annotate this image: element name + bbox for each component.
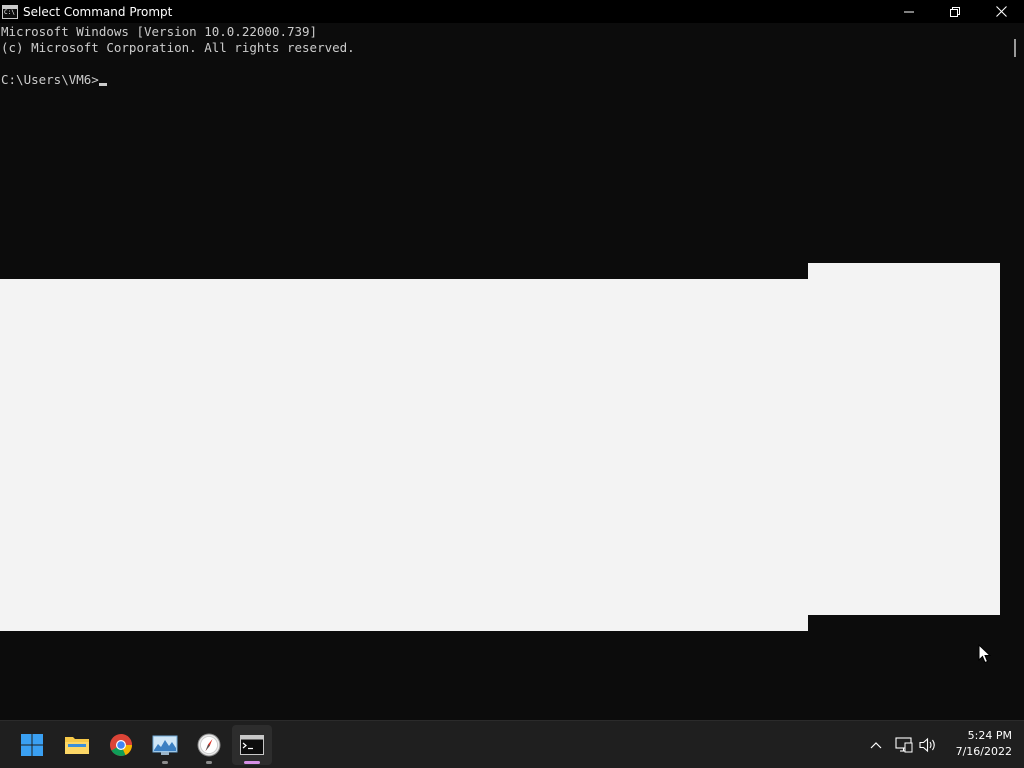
window-title: Select Command Prompt xyxy=(23,4,173,19)
close-icon xyxy=(995,6,1007,17)
monitor-chart-icon xyxy=(152,735,178,755)
desktop-screen: C:\ Select Command Prompt Microsoft Wind… xyxy=(0,0,1024,768)
taskbar-app-resource-monitor[interactable] xyxy=(145,725,185,765)
start-button[interactable] xyxy=(12,725,52,765)
windows-start-icon xyxy=(21,734,43,756)
selection-overlay-right xyxy=(808,263,1000,615)
console-prompt-line[interactable]: C:\Users\VM6> xyxy=(1,72,355,88)
network-button[interactable] xyxy=(894,733,914,757)
console-line-version: Microsoft Windows [Version 10.0.22000.73… xyxy=(1,24,318,39)
window-controls xyxy=(886,0,1024,23)
show-hidden-icons-button[interactable] xyxy=(866,733,886,757)
console-prompt: C:\Users\VM6> xyxy=(1,72,99,87)
scrollbar-thumb[interactable] xyxy=(1014,39,1016,57)
maximize-button[interactable] xyxy=(932,0,978,23)
folder-icon xyxy=(65,737,89,754)
volume-icon xyxy=(919,737,935,753)
selection-overlay-corner xyxy=(776,615,808,631)
active-indicator xyxy=(244,761,260,764)
minimize-button[interactable] xyxy=(886,0,932,23)
restore-icon xyxy=(950,6,960,17)
terminal-icon xyxy=(240,735,264,755)
taskbar-clock[interactable]: 5:24 PM 7/16/2022 xyxy=(940,728,1012,760)
chevron-up-icon xyxy=(870,742,882,749)
clock-time: 5:24 PM xyxy=(967,729,1012,742)
compass-icon xyxy=(197,733,221,757)
network-icon xyxy=(895,737,913,753)
window-titlebar[interactable]: C:\ Select Command Prompt xyxy=(0,0,1024,23)
console-output[interactable]: Microsoft Windows [Version 10.0.22000.73… xyxy=(1,24,355,88)
mouse-pointer-icon xyxy=(978,644,992,664)
taskbar-app-compass[interactable] xyxy=(189,725,229,765)
console-scrollbar[interactable] xyxy=(1005,23,1024,718)
taskbar: 5:24 PM 7/16/2022 xyxy=(0,720,1024,768)
taskbar-app-file-explorer[interactable] xyxy=(57,725,97,765)
close-button[interactable] xyxy=(978,0,1024,23)
selection-overlay-main xyxy=(0,279,808,631)
taskbar-app-command-prompt[interactable] xyxy=(232,725,272,765)
chrome-icon xyxy=(110,734,132,756)
clock-date: 7/16/2022 xyxy=(955,745,1012,758)
console-line-blank: ​ xyxy=(1,56,355,72)
console-line-copyright: (c) Microsoft Corporation. All rights re… xyxy=(1,40,355,55)
running-indicator xyxy=(206,761,212,764)
running-indicator xyxy=(162,761,168,764)
minimize-icon xyxy=(904,11,914,12)
volume-button[interactable] xyxy=(918,733,938,757)
text-cursor xyxy=(98,83,107,86)
command-prompt-app-icon[interactable]: C:\ xyxy=(2,4,18,19)
taskbar-app-chrome[interactable] xyxy=(101,725,141,765)
app-icon-text: C:\ xyxy=(4,8,15,16)
